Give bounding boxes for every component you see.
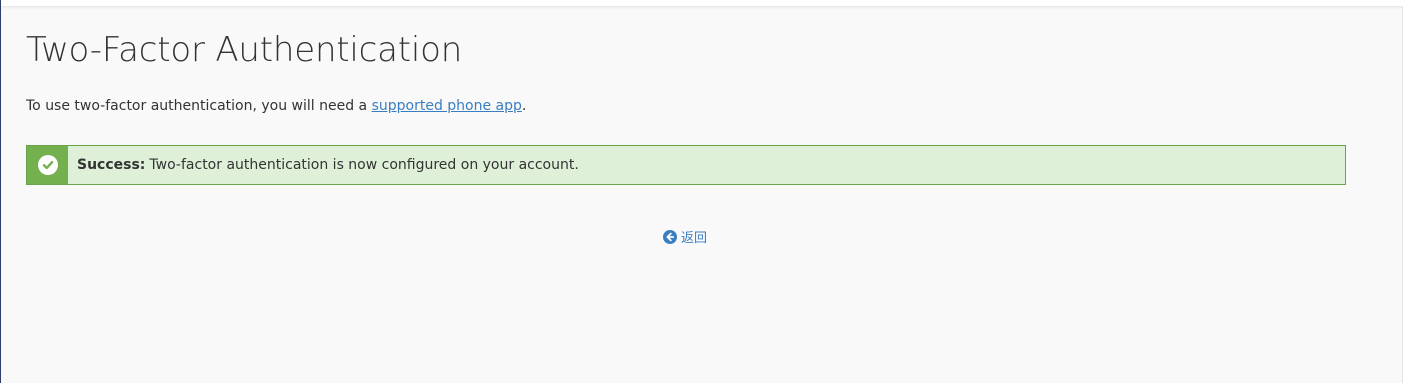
back-link[interactable]: 返回	[663, 227, 707, 246]
alert-message-container: Success: Two-factor authentication is no…	[68, 146, 579, 184]
page-title: Two-Factor Authentication	[26, 30, 463, 70]
back-label[interactable]: 返回	[681, 227, 707, 246]
alert-label: Success:	[77, 157, 146, 173]
supported-phone-app-link[interactable]: supported phone app	[372, 98, 522, 114]
alert-message: Two-factor authentication is now configu…	[149, 157, 579, 173]
alert-icon-box	[27, 146, 68, 184]
intro-text: To use two-factor authentication, you wi…	[26, 96, 1346, 116]
success-alert: Success: Two-factor authentication is no…	[26, 145, 1346, 185]
intro-prefix: To use two-factor authentication, you wi…	[26, 98, 372, 114]
check-circle-icon	[37, 155, 58, 175]
arrow-circle-left-icon	[663, 229, 677, 244]
main-content: Two-Factor Authentication To use two-fac…	[26, 28, 1346, 185]
intro-suffix: .	[521, 98, 527, 114]
top-bar	[1, 0, 1403, 6]
